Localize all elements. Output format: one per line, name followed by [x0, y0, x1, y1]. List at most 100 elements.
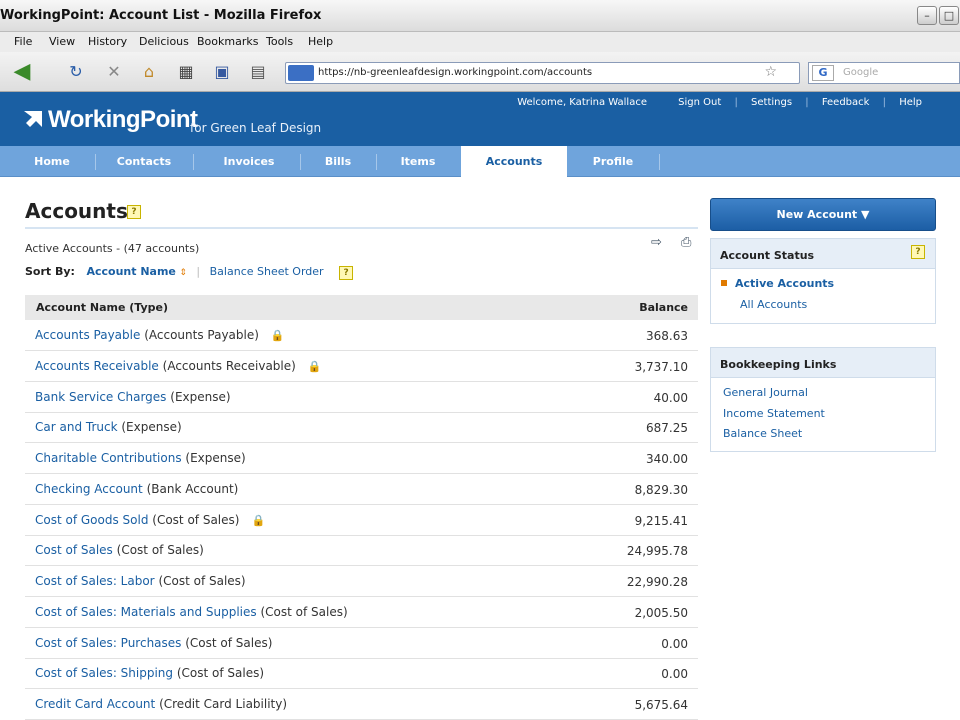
table-row: Accounts Receivable (Accounts Receivable…	[25, 351, 698, 382]
account-type: (Accounts Receivable)	[162, 358, 296, 373]
printer-icon[interactable]: ▤	[248, 62, 268, 82]
table-row: Charitable Contributions (Expense) 340.00	[25, 443, 698, 474]
url-text: https://nb-greenleafdesign.workingpoint.…	[318, 67, 593, 78]
sort-balance-sheet-order[interactable]: Balance Sheet Order	[210, 265, 324, 278]
account-type: (Cost of Sales)	[152, 512, 240, 527]
tab-accounts[interactable]: Accounts	[461, 146, 567, 178]
star-icon[interactable]: ☆	[764, 64, 777, 80]
help-icon[interactable]: ?	[127, 205, 141, 219]
export-icon[interactable]: ⇨	[651, 235, 669, 251]
general-journal-link[interactable]: General Journal	[723, 386, 935, 407]
logo-text: WorkingPoint	[48, 106, 198, 133]
account-type: (Cost of Sales)	[158, 574, 246, 588]
account-balance: 5,675.64	[634, 698, 688, 712]
menu-history[interactable]: History	[88, 32, 127, 48]
account-balance: 0.00	[661, 636, 688, 651]
print-icon[interactable]: ⎙	[681, 235, 699, 251]
status-active-accounts[interactable]: Active Accounts	[721, 277, 935, 298]
account-type: (Accounts Payable)	[144, 328, 259, 342]
menu-tools[interactable]: Tools	[266, 32, 293, 48]
account-status-panel: Account Status ? Active Accounts All Acc…	[710, 238, 936, 324]
grid-icon[interactable]: ▦	[176, 62, 196, 82]
table-row: Checking Account (Bank Account) 8,829.30	[25, 474, 698, 505]
tab-home[interactable]: Home	[18, 146, 86, 177]
account-balance: 368.63	[646, 329, 688, 343]
balance-sheet-link[interactable]: Balance Sheet	[723, 427, 935, 448]
site-identity-icon[interactable]	[288, 65, 314, 81]
account-balance: 2,005.50	[634, 605, 688, 620]
address-bar[interactable]: https://nb-greenleafdesign.workingpoint.…	[285, 62, 800, 84]
income-statement-link[interactable]: Income Statement	[723, 407, 935, 428]
account-name-link[interactable]: Cost of Sales (Cost of Sales)	[35, 543, 204, 557]
home-icon[interactable]: ⌂	[139, 62, 159, 82]
bookkeeping-links-panel: Bookkeeping Links General Journal Income…	[710, 347, 936, 452]
account-type: (Expense)	[185, 451, 246, 465]
col-account-name[interactable]: Account Name (Type)	[36, 301, 168, 314]
account-name-link[interactable]: Cost of Goods Sold (Cost of Sales) 🔒	[35, 513, 265, 527]
menu-file[interactable]: File	[14, 32, 32, 48]
sort-help-icon[interactable]: ?	[339, 266, 354, 280]
workingpoint-logo[interactable]: WorkingPoint	[22, 106, 198, 134]
active-bullet-icon	[721, 280, 727, 286]
table-row: Cost of Goods Sold (Cost of Sales) 🔒 9,215…	[25, 505, 698, 536]
status-all-accounts[interactable]: All Accounts	[721, 298, 935, 319]
menu-help[interactable]: Help	[308, 32, 333, 48]
tab-profile[interactable]: Profile	[569, 146, 657, 177]
lock-icon: 🔒	[270, 329, 285, 342]
account-name-link[interactable]: Car and Truck (Expense)	[35, 420, 182, 434]
table-row: Cost of Sales: Materials and Supplies (C…	[25, 597, 698, 628]
settings-link[interactable]: Settings	[751, 97, 792, 108]
new-account-button[interactable]: New Account ▼	[710, 198, 936, 231]
tab-contacts[interactable]: Contacts	[100, 146, 188, 177]
account-name-link[interactable]: Accounts Payable (Accounts Payable) 🔒	[35, 328, 285, 342]
account-name-link[interactable]: Charitable Contributions (Expense)	[35, 451, 246, 465]
table-row: Cost of Sales (Cost of Sales) 24,995.78	[25, 535, 698, 567]
account-name-link[interactable]: Checking Account (Bank Account)	[35, 482, 238, 496]
search-input[interactable]: G Google	[808, 62, 960, 84]
tab-invoices[interactable]: Invoices	[200, 146, 298, 177]
account-name-link[interactable]: Cost of Sales: Purchases (Cost of Sales)	[35, 636, 272, 650]
sort-account-name[interactable]: Account Name	[86, 265, 175, 278]
status-help-icon[interactable]: ?	[911, 245, 925, 259]
account-name-link[interactable]: Cost of Sales: Materials and Supplies (C…	[35, 605, 348, 619]
account-balance: 687.25	[646, 421, 688, 436]
minimize-button[interactable]: –	[917, 6, 937, 25]
sort-arrow-icon: ⇕	[179, 268, 187, 278]
back-icon[interactable]: ◀	[12, 61, 32, 83]
account-balance: 3,737.10	[634, 359, 688, 374]
account-type: (Expense)	[121, 420, 182, 435]
account-balance: 340.00	[646, 452, 688, 466]
sort-label: Sort By:	[25, 265, 75, 278]
feedback-link[interactable]: Feedback	[822, 97, 870, 108]
account-status-title: Account Status	[711, 239, 935, 269]
account-name-link[interactable]: Cost of Sales: Labor (Cost of Sales)	[35, 574, 246, 588]
menu-bookmarks[interactable]: Bookmarks	[197, 32, 258, 48]
tab-bills[interactable]: Bills	[302, 146, 374, 177]
help-link[interactable]: Help	[899, 97, 922, 108]
account-name-link[interactable]: Accounts Receivable (Accounts Receivable…	[35, 359, 322, 373]
main-content: Accounts ? Active Accounts - (47 account…	[25, 177, 700, 720]
company-name: for Green Leaf Design	[190, 121, 322, 135]
page-title: Accounts	[25, 199, 128, 223]
account-type: (Cost of Sales)	[185, 635, 273, 650]
account-type: (Bank Account)	[146, 481, 239, 496]
tab-items[interactable]: Items	[380, 146, 456, 177]
search-engine-icon[interactable]: G	[812, 65, 834, 81]
account-name-link[interactable]: Cost of Sales: Shipping (Cost of Sales)	[35, 666, 264, 680]
menu-view[interactable]: View	[49, 32, 75, 48]
browser-navbar: ◀ ↻ ✕ ⌂ ▦ ▣ ▤ https://nb-greenleafdesign…	[0, 52, 960, 92]
app-header: WorkingPoint for Green Leaf Design Welco…	[0, 92, 960, 146]
reload-icon[interactable]: ↻	[66, 62, 86, 82]
maximize-button[interactable]: □	[939, 6, 959, 25]
account-balance: 0.00	[661, 667, 688, 682]
account-name-link[interactable]: Bank Service Charges (Expense)	[35, 390, 231, 404]
menu-delicious[interactable]: Delicious	[139, 32, 189, 48]
bookmark-icon[interactable]: ▣	[212, 62, 232, 82]
sign-out-link[interactable]: Sign Out	[678, 97, 721, 108]
top-links: Welcome, Katrina Wallace Sign Out | Sett…	[517, 97, 922, 108]
welcome-text: Welcome, Katrina Wallace	[517, 97, 647, 108]
col-balance[interactable]: Balance	[639, 301, 688, 314]
stop-icon[interactable]: ✕	[104, 62, 124, 82]
account-type: (Credit Card Liability)	[159, 697, 288, 711]
account-name-link[interactable]: Credit Card Account (Credit Card Liabili…	[35, 697, 287, 711]
